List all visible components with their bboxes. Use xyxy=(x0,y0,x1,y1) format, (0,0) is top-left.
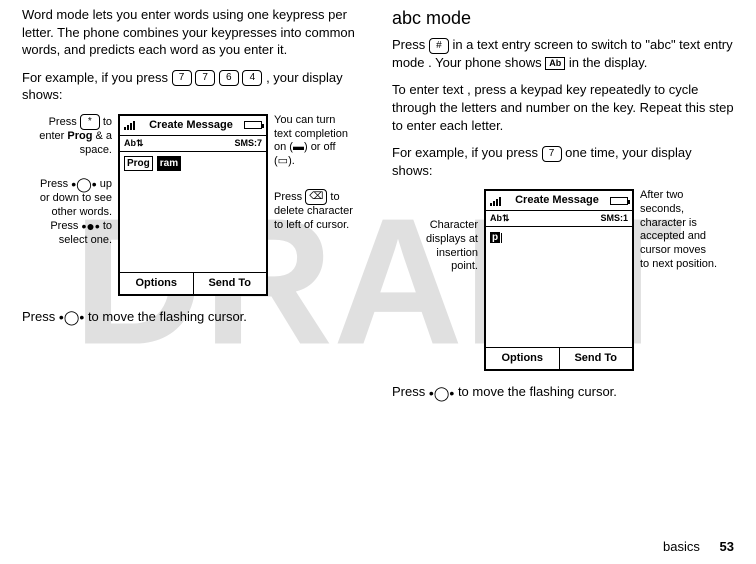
right-column: abc mode Press # in a text entry screen … xyxy=(392,6,734,411)
callout-star-prog: Press * to enter Prog & a space. xyxy=(32,114,112,158)
phone-title: Create Message xyxy=(149,118,233,133)
right-paragraph-2: To enter text , press a keypad key repea… xyxy=(392,81,734,134)
text: Ab xyxy=(124,138,136,148)
callout-insertion-point: Character displays at insertion point. xyxy=(408,219,478,274)
callout-cursor-advance: After two seconds, character is accepted… xyxy=(640,189,718,272)
keycap-7: 7 xyxy=(542,146,562,162)
text: in the display. xyxy=(565,55,647,70)
right-right-callouts: After two seconds, character is accepted… xyxy=(640,189,718,292)
page-footer: basics 53 xyxy=(663,538,734,556)
ab-indicator: Ab xyxy=(545,57,565,70)
left-cursor-note: Press •◯• to move the flashing cursor. xyxy=(22,308,364,326)
keycap-delete: ⌫ xyxy=(305,189,327,205)
right-example-sentence: For example, if you press 7 one time, yo… xyxy=(392,144,734,179)
phone-title: Create Message xyxy=(515,193,599,208)
softkey-sendto[interactable]: Send To xyxy=(193,273,267,294)
bold-prog: Prog xyxy=(67,130,92,142)
phone-statusbar: Ab⇅ SMS:1 xyxy=(486,211,632,227)
cursor xyxy=(501,233,502,243)
callout-delete: Press ⌫ to delete character to left of c… xyxy=(274,189,354,233)
signal-icon xyxy=(490,196,504,206)
text: For example, if you press xyxy=(392,145,542,160)
keycap-7: 7 xyxy=(195,70,215,86)
softkey-options[interactable]: Options xyxy=(120,273,193,294)
phone-screen-right: Create Message Ab⇅ SMS:1 p Options Send … xyxy=(484,189,634,371)
nav-updown-icon: •◯• xyxy=(71,177,96,191)
left-paragraph-intro: Word mode lets you enter words using one… xyxy=(22,6,364,59)
keycap-4: 4 xyxy=(242,70,262,86)
mode-indicator: Ab⇅ xyxy=(124,137,144,149)
keycap-6: 6 xyxy=(219,70,239,86)
word-part-typed: Prog xyxy=(124,156,153,172)
text: Press xyxy=(22,309,59,324)
battery-icon xyxy=(610,197,628,205)
right-callouts: You can turn text completion on (▬) or o… xyxy=(274,114,354,253)
text: to move the flashing cursor. xyxy=(84,309,247,324)
phone-screen-left: Create Message Ab⇅ SMS:7 Program Options… xyxy=(118,114,268,296)
left-phone-diagram: Press * to enter Prog & a space. Press •… xyxy=(22,114,364,296)
sms-counter: SMS:1 xyxy=(600,212,628,224)
softkeys: Options Send To xyxy=(120,272,266,294)
keycap-hash: # xyxy=(429,38,449,54)
battery-icon xyxy=(244,121,262,129)
predicted-word-row: Program xyxy=(124,156,262,172)
mode-indicator: Ab⇅ xyxy=(490,212,510,224)
text: Press xyxy=(274,191,305,203)
right-cursor-note: Press •◯• to move the flashing cursor. xyxy=(392,383,734,401)
phone-content: Program xyxy=(120,152,266,272)
text: to move the flashing cursor. xyxy=(454,384,617,399)
phone-titlebar: Create Message xyxy=(486,191,632,211)
text: ). xyxy=(288,155,295,167)
right-paragraph-1: Press # in a text entry screen to switch… xyxy=(392,36,734,71)
sms-counter: SMS:7 xyxy=(234,137,262,149)
word-part-predicted: ram xyxy=(157,156,181,172)
text: Press xyxy=(392,37,429,52)
page-number: 53 xyxy=(720,539,734,554)
phone-statusbar: Ab⇅ SMS:7 xyxy=(120,136,266,152)
callout-nav-words: Press •◯• up or down to see other words.… xyxy=(32,177,112,248)
left-example-sentence: For example, if you press 7 7 6 4 , your… xyxy=(22,69,364,104)
nav-center-icon: •●• xyxy=(82,219,100,233)
phone-content: p xyxy=(486,227,632,347)
softkeys: Options Send To xyxy=(486,347,632,369)
text: Press xyxy=(392,384,429,399)
left-column: Word mode lets you enter words using one… xyxy=(22,6,364,411)
right-left-callouts: Character displays at insertion point. xyxy=(408,189,478,294)
nav-updown-icon: •◯• xyxy=(429,386,454,400)
arrows-icon: ⇅ xyxy=(502,213,510,223)
completion-on-icon: ▬ xyxy=(293,141,304,153)
entered-character: p xyxy=(490,232,500,243)
keycap-star: * xyxy=(80,114,100,130)
phone-titlebar: Create Message xyxy=(120,116,266,136)
two-column-layout: Word mode lets you enter words using one… xyxy=(0,0,756,411)
completion-off-icon: ▭ xyxy=(278,155,288,167)
abc-mode-heading: abc mode xyxy=(392,6,734,30)
section-name: basics xyxy=(663,539,700,554)
text: For example, if you press xyxy=(22,70,172,85)
text: Ab xyxy=(490,213,502,223)
left-callouts: Press * to enter Prog & a space. Press •… xyxy=(32,114,112,268)
right-phone-diagram: Character displays at insertion point. C… xyxy=(392,189,734,371)
keycap-7: 7 xyxy=(172,70,192,86)
signal-icon xyxy=(124,120,138,130)
text: Press xyxy=(40,178,71,190)
softkey-options[interactable]: Options xyxy=(486,348,559,369)
arrows-icon: ⇅ xyxy=(136,138,144,148)
text: Press xyxy=(49,116,80,128)
softkey-sendto[interactable]: Send To xyxy=(559,348,633,369)
callout-text-completion: You can turn text completion on (▬) or o… xyxy=(274,114,354,169)
nav-updown-icon: •◯• xyxy=(59,310,84,324)
